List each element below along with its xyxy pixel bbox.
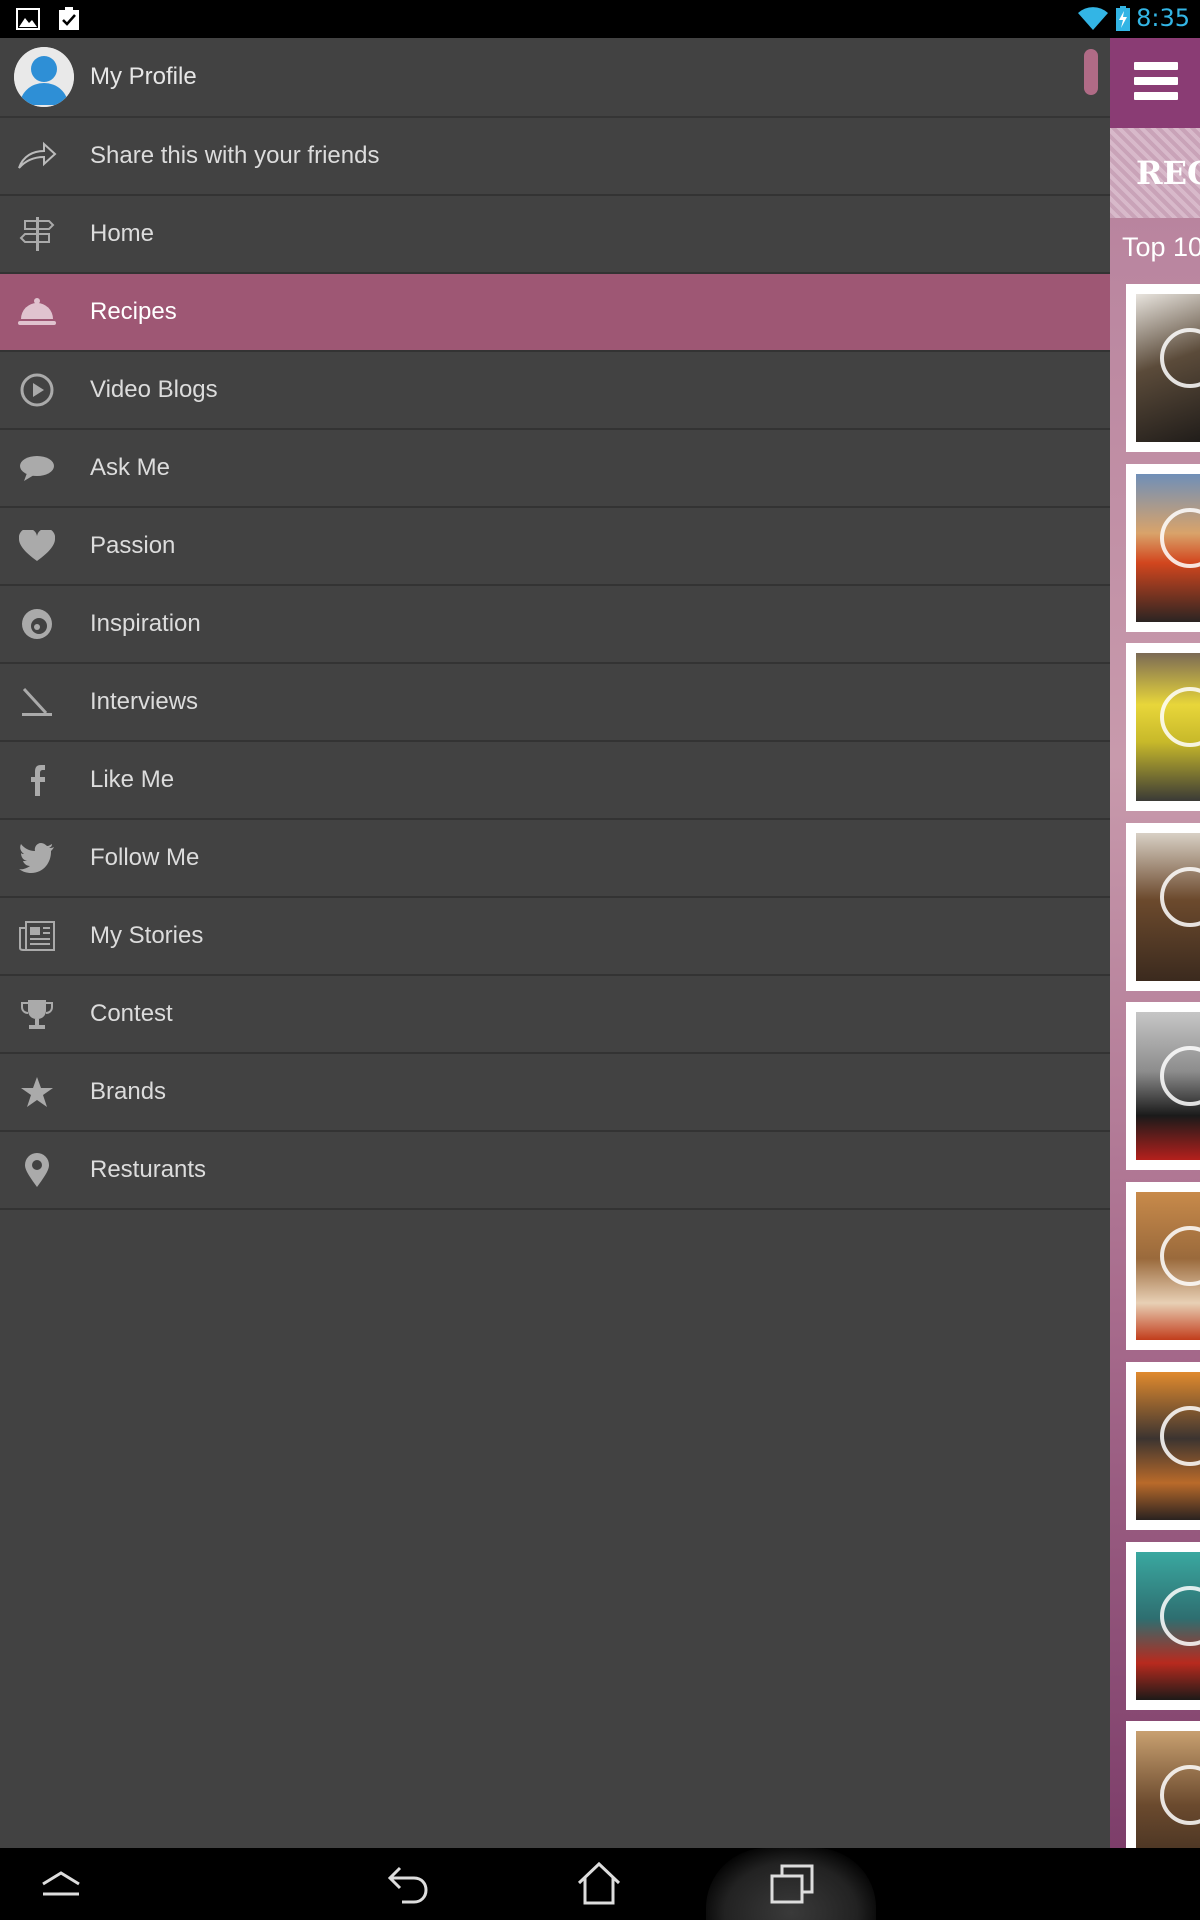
app-top-bar [1110, 38, 1200, 128]
image-notification-icon [16, 8, 40, 30]
menu-item-label: Brands [90, 1078, 167, 1105]
collapse-icon[interactable] [40, 1870, 82, 1898]
navigation-drawer: My Profile Share this with your friends … [0, 38, 1110, 1848]
menu-item-label: Recipes [90, 298, 177, 325]
menu-item-follow-me[interactable]: Follow Me [0, 820, 1110, 898]
interviews-icon [17, 682, 57, 722]
hamburger-icon[interactable] [1134, 62, 1178, 107]
menu-item-like-me[interactable]: Like Me [0, 742, 1110, 820]
spiral-icon [17, 604, 57, 644]
menu-item-label: Share this with your friends [90, 142, 380, 169]
menu-item-video-blogs[interactable]: Video Blogs [0, 352, 1110, 430]
scrollbar-thumb[interactable] [1084, 49, 1098, 95]
menu-item-passion[interactable]: Passion [0, 508, 1110, 586]
star-icon [17, 1072, 57, 1112]
menu-item-label: Like Me [90, 766, 175, 793]
system-nav-bar [0, 1848, 1200, 1920]
section-banner: REC [1110, 128, 1200, 218]
menu-item-label: My Stories [90, 922, 204, 949]
play-icon [17, 370, 57, 410]
video-thumbnail-card[interactable] [1126, 1542, 1200, 1710]
back-icon[interactable] [386, 1862, 430, 1906]
menu-item-label: Contest [90, 1000, 173, 1027]
facebook-icon [17, 760, 57, 800]
video-thumbnail-card[interactable] [1126, 1362, 1200, 1530]
recent-apps-icon[interactable] [770, 1864, 814, 1904]
menu-item-contest[interactable]: Contest [0, 976, 1110, 1054]
menu-item-label: Home [90, 220, 155, 247]
cloche-icon [17, 292, 57, 332]
video-thumbnail-card[interactable] [1126, 284, 1200, 452]
video-thumbnail-card[interactable] [1126, 823, 1200, 991]
menu-item-label: Interviews [90, 688, 199, 715]
profile-row[interactable]: My Profile [0, 38, 1110, 118]
trophy-icon [17, 994, 57, 1034]
menu-item-my-stories[interactable]: My Stories [0, 898, 1110, 976]
section-title: Top 10 [1122, 232, 1200, 262]
heart-icon [17, 526, 57, 566]
menu-item-home[interactable]: Home [0, 196, 1110, 274]
signpost-icon [17, 214, 57, 254]
video-thumbnail-card[interactable] [1126, 643, 1200, 811]
menu-item-interviews[interactable]: Interviews [0, 664, 1110, 742]
video-thumbnail-card[interactable] [1126, 1721, 1200, 1848]
video-thumbnail-card[interactable] [1126, 464, 1200, 632]
menu-item-resturants[interactable]: Resturants [0, 1132, 1110, 1210]
task-done-notification-icon [59, 7, 79, 30]
menu-item-label: Follow Me [90, 844, 200, 871]
menu-item-recipes[interactable]: Recipes [0, 274, 1110, 352]
wifi-icon [1078, 7, 1108, 31]
menu-item-label: Video Blogs [90, 376, 218, 403]
status-bar: 8:35 [0, 0, 1200, 38]
menu-item-brands[interactable]: Brands [0, 1054, 1110, 1132]
banner-title: REC [1136, 154, 1200, 192]
newspaper-icon [17, 916, 57, 956]
video-thumbnail-card[interactable] [1126, 1182, 1200, 1350]
menu-item-share[interactable]: Share this with your friends [0, 118, 1110, 196]
menu-item-ask-me[interactable]: Ask Me [0, 430, 1110, 508]
profile-label: My Profile [90, 63, 197, 90]
map-pin-icon [17, 1150, 57, 1190]
menu-item-label: Resturants [90, 1156, 207, 1183]
menu-item-label: Passion [90, 532, 176, 559]
recipes-content-panel: REC Top 10 [1110, 38, 1200, 1848]
menu-item-inspiration[interactable]: Inspiration [0, 586, 1110, 664]
video-thumbnail-card[interactable] [1126, 1002, 1200, 1170]
battery-charging-icon [1116, 6, 1130, 31]
avatar-icon [14, 47, 74, 107]
clock: 8:35 [1136, 4, 1190, 32]
menu-item-label: Inspiration [90, 610, 201, 637]
twitter-icon [17, 838, 57, 878]
share-icon [17, 136, 57, 176]
home-icon[interactable] [576, 1861, 622, 1905]
speech-bubble-icon [17, 448, 57, 488]
menu-item-label: Ask Me [90, 454, 171, 481]
